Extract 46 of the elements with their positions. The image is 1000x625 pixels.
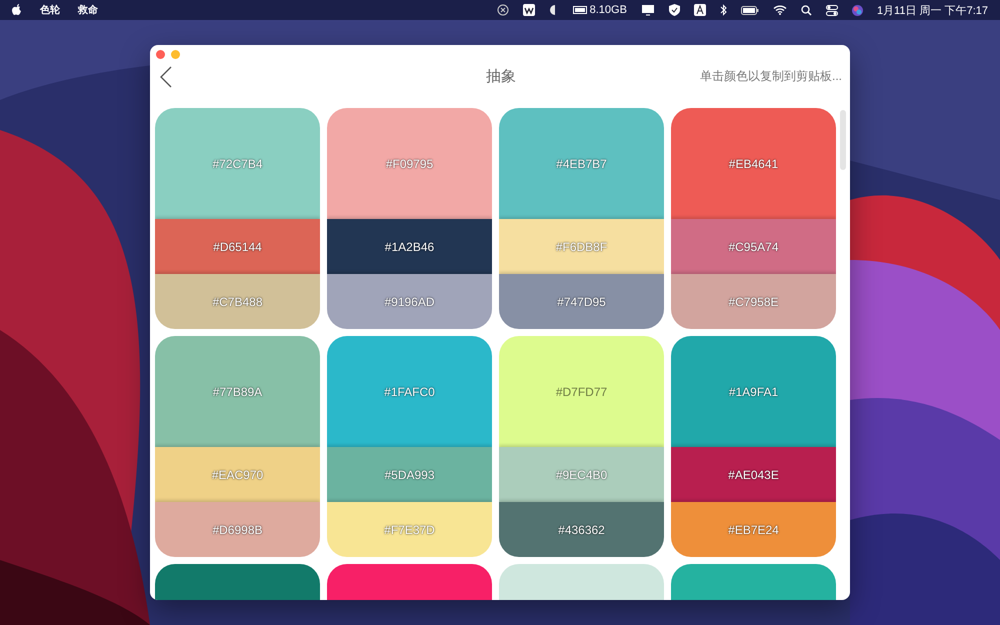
siri-icon[interactable] <box>852 4 863 16</box>
color-swatch[interactable]: #9EC4B0 <box>499 447 664 502</box>
memory-icon[interactable] <box>572 6 587 14</box>
color-swatch[interactable]: #EAC970 <box>155 447 320 502</box>
color-swatch[interactable]: #F6DB8F <box>499 219 664 274</box>
color-swatch[interactable]: #EB4641 <box>671 108 836 219</box>
color-swatch[interactable]: #D7FD77 <box>499 336 664 447</box>
color-swatch[interactable]: #5DA993 <box>327 447 492 502</box>
menu-item[interactable]: 救命 <box>78 3 98 17</box>
color-swatch[interactable]: #D6998B <box>155 502 320 557</box>
color-swatch[interactable]: #1FAFC0 <box>327 336 492 447</box>
color-swatch[interactable]: #4EB7B7 <box>499 108 664 219</box>
shield-icon[interactable] <box>668 4 680 16</box>
color-swatch[interactable]: #436362 <box>499 502 664 557</box>
keyboard-input-icon[interactable] <box>694 4 706 16</box>
control-center-icon[interactable] <box>826 4 838 16</box>
color-swatch[interactable]: #77B89A <box>155 336 320 447</box>
window-title: 抽象 <box>486 67 516 86</box>
wifi-icon[interactable] <box>772 5 787 15</box>
color-swatch[interactable]: #1A2B46 <box>327 219 492 274</box>
color-swatch[interactable]: #C95A74 <box>671 219 836 274</box>
close-icon[interactable] <box>496 4 509 16</box>
back-icon[interactable] <box>160 66 172 88</box>
battery-icon[interactable] <box>740 6 759 14</box>
menu-item[interactable]: 色轮 <box>40 3 60 17</box>
apple-icon[interactable] <box>12 4 22 16</box>
search-icon[interactable] <box>800 4 812 16</box>
close-button[interactable] <box>156 50 165 59</box>
color-swatch[interactable]: #C7B488 <box>155 274 320 329</box>
color-swatch[interactable]: #747D95 <box>499 274 664 329</box>
color-swatch[interactable]: #1A9FA1 <box>671 336 836 447</box>
color-swatch[interactable]: #9196AD <box>327 274 492 329</box>
color-swatch[interactable]: #D65144 <box>155 219 320 274</box>
color-swatch[interactable]: #AE043E <box>671 447 836 502</box>
color-swatch[interactable]: #C7958E <box>671 274 836 329</box>
display-icon[interactable] <box>640 4 655 16</box>
color-swatch[interactable]: #72C7B4 <box>155 108 320 219</box>
hint-text: 单击颜色以复制到剪贴板... <box>700 68 842 85</box>
color-swatch[interactable]: #F7E37D <box>327 502 492 557</box>
color-swatch[interactable]: #EB7E24 <box>671 502 836 557</box>
scrollbar-thumb[interactable] <box>840 110 846 170</box>
clock[interactable]: 1月11日 周一 下午7:17 <box>876 2 988 18</box>
bluetooth-icon[interactable] <box>720 4 727 16</box>
color-swatch[interactable]: #F09795 <box>327 108 492 219</box>
memory-usage: 8.10GB <box>590 4 627 16</box>
app-icon[interactable] <box>522 4 535 16</box>
